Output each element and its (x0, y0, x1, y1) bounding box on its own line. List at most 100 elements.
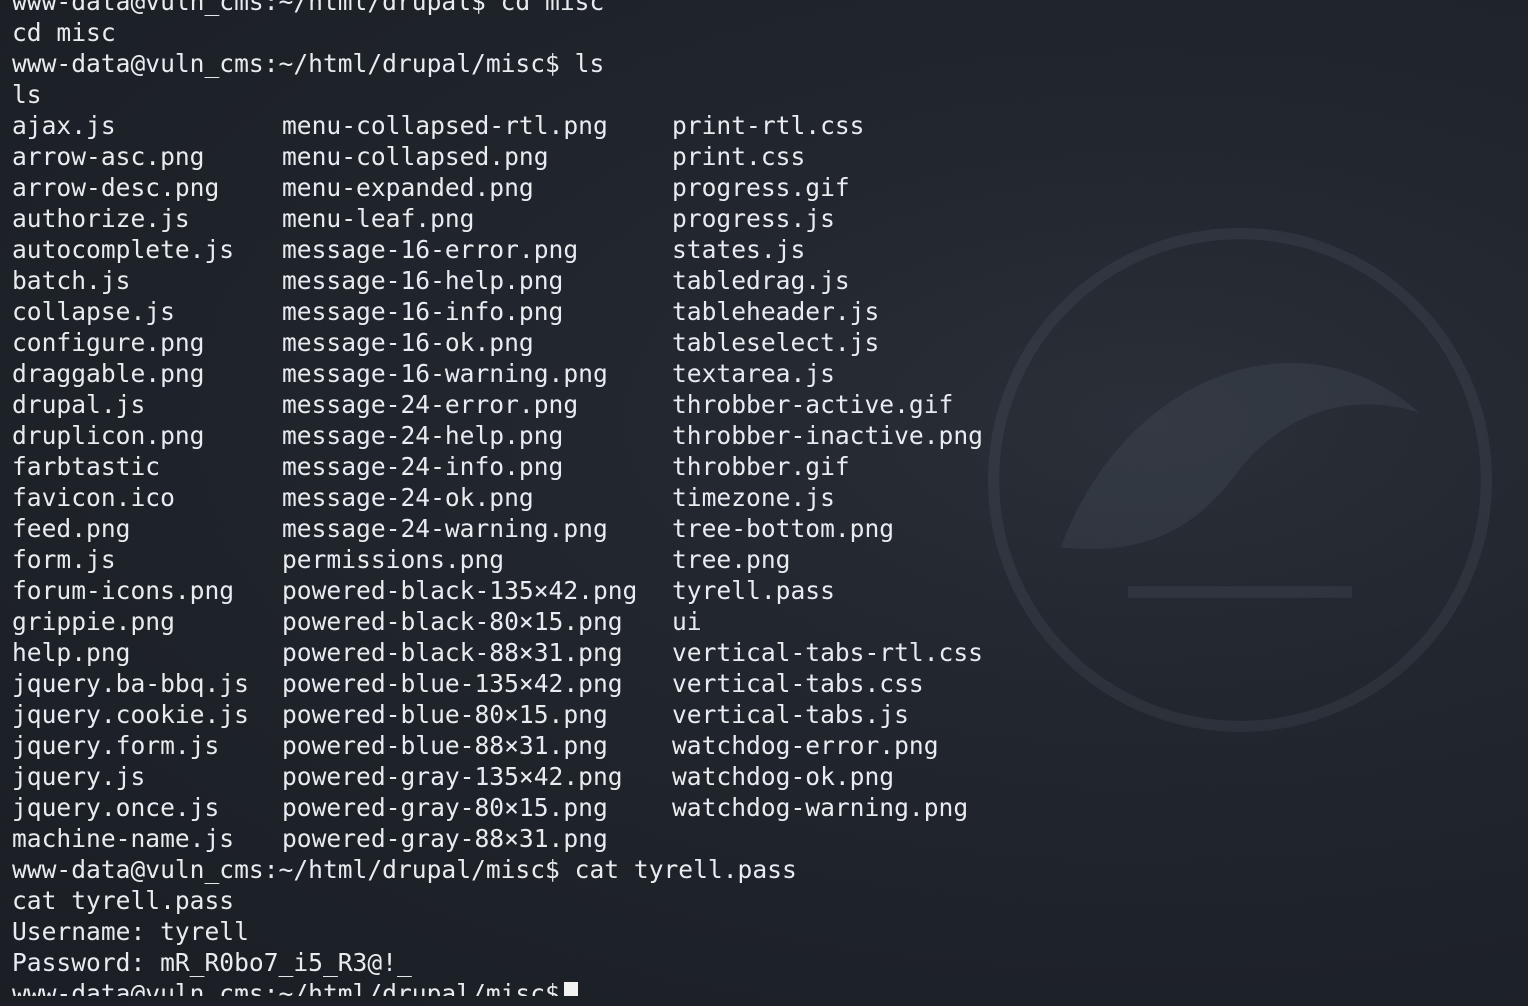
ls-entry: watchdog-error.png (672, 731, 939, 760)
ls-entry: powered-blue-88×31.png (282, 731, 608, 760)
ls-entry: powered-blue-80×15.png (282, 700, 608, 729)
ls-entry: configure.png (12, 328, 205, 357)
ls-entry: powered-gray-88×31.png (282, 824, 608, 853)
ls-entry: print-rtl.css (672, 111, 865, 140)
ls-entry: message-24-error.png (282, 390, 579, 419)
ls-entry: jquery.form.js (12, 731, 220, 760)
ls-entry: throbber-active.gif (672, 390, 954, 419)
ls-row: farbtastic message-24-info.png throbber.gi… (12, 451, 1512, 482)
ls-entry: message-24-info.png (282, 452, 564, 481)
ls-entry: machine-name.js (12, 824, 235, 853)
ls-entry: autocomplete.js (12, 235, 235, 264)
echo-line: cat tyrell.pass (12, 886, 235, 915)
terminal-window[interactable]: www-data@vuln_cms:~/html/drupal$ cd misc… (0, 0, 1528, 1006)
ls-entry: powered-black-135×42.png (282, 576, 638, 605)
ls-entry: batch.js (12, 266, 131, 295)
ls-entry: powered-gray-80×15.png (282, 793, 608, 822)
ls-entry: timezone.js (672, 483, 835, 512)
command-line: www-data@vuln_cms:~/html/drupal/misc$ ca… (12, 855, 797, 884)
ls-row: favicon.ico message-24-ok.png timezone.js (12, 482, 1512, 513)
ls-entry: authorize.js (12, 204, 190, 233)
ls-row: druplicon.png message-24-help.png throbber… (12, 420, 1512, 451)
ls-row: form.js permissions.png tree.png (12, 544, 1512, 575)
ls-entry: vertical-tabs.js (672, 700, 909, 729)
prompt-line[interactable]: www-data@vuln_cms:~/html/drupal/misc$ (12, 978, 1512, 996)
ls-row: draggable.png message-16-warning.png texta… (12, 358, 1512, 389)
ls-entry: message-24-warning.png (282, 514, 608, 543)
ls-entry: grippie.png (12, 607, 175, 636)
text-cursor (563, 982, 578, 996)
ls-entry: watchdog-warning.png (672, 793, 969, 822)
ls-row: grippie.png powered-black-80×15.png ui (12, 606, 1512, 637)
ls-entry: message-16-warning.png (282, 359, 608, 388)
ls-row: configure.png message-16-ok.png tableselec… (12, 327, 1512, 358)
ls-entry: jquery.cookie.js (12, 700, 249, 729)
ls-entry: print.css (672, 142, 806, 171)
ls-entry: vertical-tabs-rtl.css (672, 638, 983, 667)
ls-entry: message-16-help.png (282, 266, 564, 295)
echo-line: cd misc (12, 18, 116, 47)
ls-listing: ajax.js menu-collapsed-rtl.png print-rtl.c… (12, 110, 1512, 854)
ls-entry: forum-icons.png (12, 576, 235, 605)
ls-entry: help.png (12, 638, 131, 667)
ls-entry: farbtastic (12, 452, 161, 481)
ls-entry: ajax.js (12, 111, 116, 140)
echo-line: ls (12, 80, 42, 109)
ls-entry: tableselect.js (672, 328, 880, 357)
ls-entry: menu-collapsed.png (282, 142, 549, 171)
ls-entry: textarea.js (672, 359, 835, 388)
ls-row: collapse.js message-16-info.png tableheade… (12, 296, 1512, 327)
ls-row: autocomplete.js message-16-error.png state… (12, 234, 1512, 265)
username-output: Username: tyrell (12, 917, 249, 946)
ls-entry: favicon.ico (12, 483, 175, 512)
ls-row: drupal.js message-24-error.png throbber-ac… (12, 389, 1512, 420)
ls-entry: message-24-help.png (282, 421, 564, 450)
terminal-output: www-data@vuln_cms:~/html/drupal$ cd misc… (12, 0, 1512, 996)
ls-entry: message-16-info.png (282, 297, 564, 326)
ls-row: help.png powered-black-88×31.png vertical-… (12, 637, 1512, 668)
ls-row: jquery.form.js powered-blue-88×31.png watc… (12, 730, 1512, 761)
ls-entry: druplicon.png (12, 421, 205, 450)
command-line: www-data@vuln_cms:~/html/drupal/misc$ ls (12, 49, 605, 78)
ls-entry: vertical-tabs.css (672, 669, 924, 698)
ls-entry: menu-collapsed-rtl.png (282, 111, 608, 140)
ls-entry: arrow-asc.png (12, 142, 205, 171)
ls-entry: progress.gif (672, 173, 850, 202)
ls-entry: menu-leaf.png (282, 204, 475, 233)
ls-row: jquery.ba-bbq.js powered-blue-135×42.png v… (12, 668, 1512, 699)
ls-entry: message-16-ok.png (282, 328, 534, 357)
ls-entry: states.js (672, 235, 806, 264)
ls-row: batch.js message-16-help.png tabledrag.js (12, 265, 1512, 296)
ls-entry: powered-black-88×31.png (282, 638, 623, 667)
ls-entry: tableheader.js (672, 297, 880, 326)
ls-row: ajax.js menu-collapsed-rtl.png print-rtl.c… (12, 110, 1512, 141)
ls-entry: feed.png (12, 514, 131, 543)
ls-entry: tyrell.pass (672, 576, 835, 605)
ls-entry: collapse.js (12, 297, 175, 326)
ls-entry: watchdog-ok.png (672, 762, 895, 791)
ls-row: jquery.once.js powered-gray-80×15.png watc… (12, 792, 1512, 823)
ls-row: arrow-desc.png menu-expanded.png progress.… (12, 172, 1512, 203)
ls-entry: tree.png (672, 545, 791, 574)
ls-entry: throbber-inactive.png (672, 421, 983, 450)
ls-entry: jquery.ba-bbq.js (12, 669, 249, 698)
ls-entry: powered-blue-135×42.png (282, 669, 623, 698)
ls-row: machine-name.js powered-gray-88×31.png (12, 823, 1512, 854)
ls-entry: powered-black-80×15.png (282, 607, 623, 636)
ls-row: forum-icons.png powered-black-135×42.png t… (12, 575, 1512, 606)
ls-entry: drupal.js (12, 390, 146, 419)
ls-row: jquery.js powered-gray-135×42.png watchdog… (12, 761, 1512, 792)
ls-row: arrow-asc.png menu-collapsed.png print.css (12, 141, 1512, 172)
ls-entry: jquery.js (12, 762, 146, 791)
ls-row: feed.png message-24-warning.png tree-botto… (12, 513, 1512, 544)
ls-entry: tree-bottom.png (672, 514, 895, 543)
ls-entry: menu-expanded.png (282, 173, 534, 202)
ls-entry: draggable.png (12, 359, 205, 388)
command-line: www-data@vuln_cms:~/html/drupal$ cd misc (12, 0, 605, 16)
ls-entry: arrow-desc.png (12, 173, 220, 202)
prompt-text: www-data@vuln_cms:~/html/drupal/misc$ (12, 979, 560, 996)
password-output: Password: mR_R0bo7_i5_R3@!_ (12, 948, 412, 977)
ls-entry: progress.js (672, 204, 835, 233)
ls-row: jquery.cookie.js powered-blue-80×15.png ve… (12, 699, 1512, 730)
ls-entry: jquery.once.js (12, 793, 220, 822)
